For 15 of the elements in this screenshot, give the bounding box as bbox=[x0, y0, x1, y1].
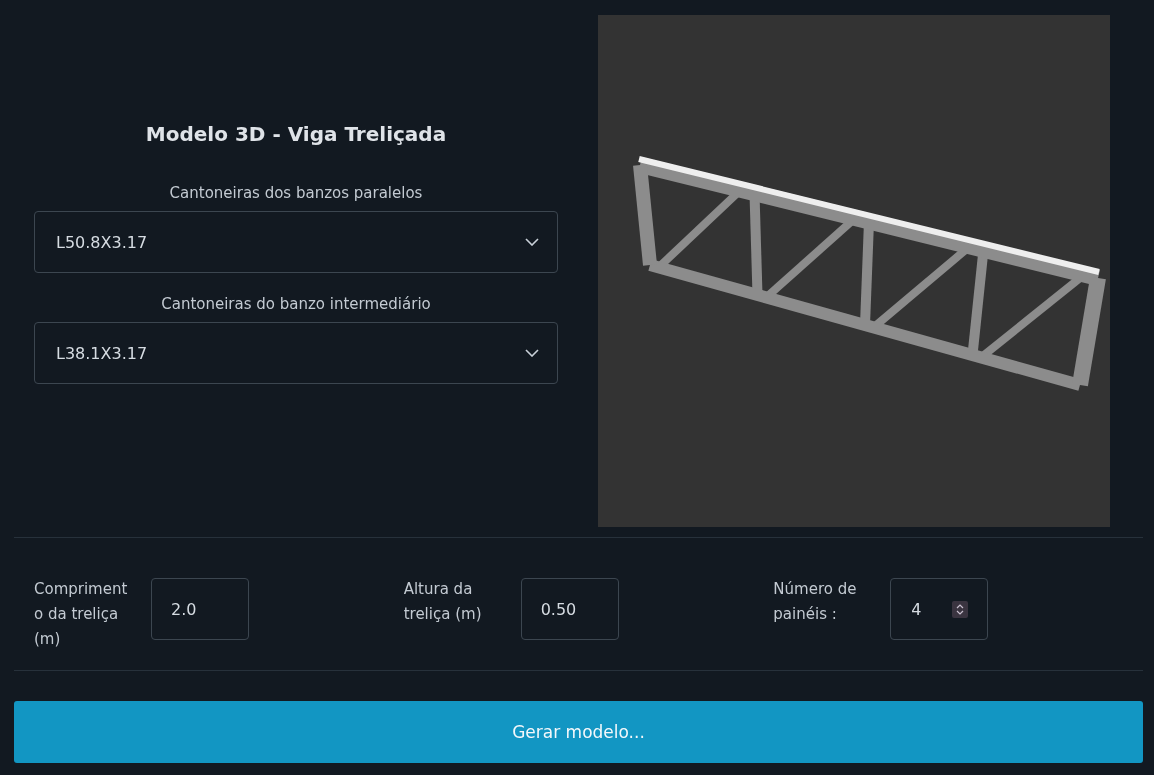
select-label: Cantoneiras dos banzos paralelos bbox=[168, 184, 424, 202]
field-label: Altura da treliça (m) bbox=[403, 579, 483, 625]
number-field[interactable]: 4 bbox=[890, 578, 989, 640]
field-label: Número de painéis : bbox=[773, 579, 858, 625]
page-title: Modelo 3D - Viga Treliçada bbox=[144, 122, 448, 146]
model-viewer[interactable] bbox=[598, 15, 1110, 527]
field-label: Comprimento da treliça (m) bbox=[34, 579, 129, 650]
caret-icon bbox=[525, 238, 539, 246]
dropdown[interactable]: L50.8X3.17 bbox=[34, 211, 558, 273]
select-label: Cantoneiras do banzo intermediário bbox=[160, 295, 432, 313]
caret-icon bbox=[525, 349, 539, 357]
spinner-icon[interactable] bbox=[952, 600, 969, 618]
input-field[interactable]: 2.0 bbox=[151, 578, 249, 640]
dropdown[interactable]: L38.1X3.17 bbox=[34, 322, 558, 384]
input-field[interactable]: 0.50 bbox=[520, 578, 619, 640]
